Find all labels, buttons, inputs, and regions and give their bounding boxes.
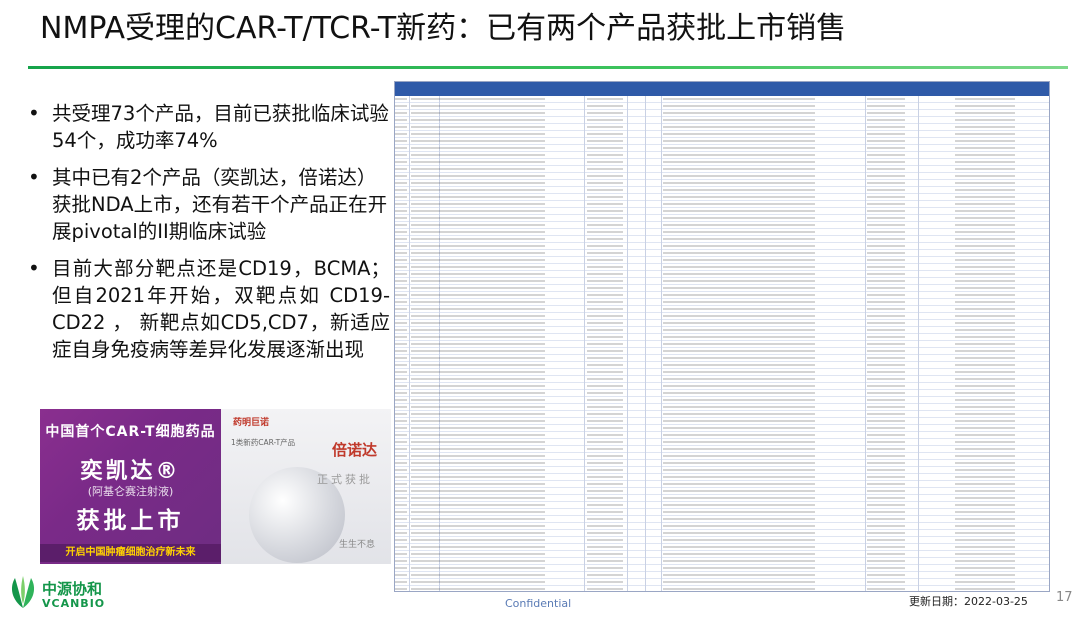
table-header-band <box>395 82 1049 96</box>
bullet-item: 共受理73个产品，目前已获批临床试验54个，成功率74% <box>18 100 390 154</box>
page-number: 17 <box>1056 590 1073 605</box>
nmpa-application-table-image <box>394 81 1050 592</box>
banner-tagline: 1类新药CAR-T产品 <box>231 438 296 447</box>
company-name-cn: 中源协和 <box>42 580 103 598</box>
title-divider <box>28 66 1068 69</box>
confidential-label: Confidential <box>505 597 572 610</box>
company-name-en: VCANBIO <box>42 597 106 610</box>
banner-brand: 倍诺达 <box>331 441 377 459</box>
table-rows-texture <box>395 96 1049 591</box>
banner-generic-name: (阿基仑赛注射液) <box>87 485 174 498</box>
beinuoda-approval-banner: 药明巨诺 1类新药CAR-T产品 倍诺达 正式获批 生生不息 <box>221 409 391 564</box>
bullet-item: 其中已有2个产品（奕凯达，倍诺达）获批NDA上市，还有若干个产品正在开展pivo… <box>18 164 390 245</box>
banner-brand: 奕凯达® <box>80 459 181 484</box>
bullet-item: 目前大部分靶点还是CD19，BCMA；但自2021年开始，双靶点如 CD19-C… <box>18 255 390 363</box>
banner-approved-text: 获批上市 <box>76 508 185 534</box>
jw-logo-text: 药明巨诺 <box>233 418 270 428</box>
banner-slogan: 生生不息 <box>338 540 375 550</box>
slide-title: NMPA受理的CAR-T/TCR-T新药：已有两个产品获批上市销售 <box>40 11 847 46</box>
vcanbio-logo-icon <box>11 576 35 608</box>
yikaida-approval-banner: 中国首个CAR-T细胞药品 奕凯达® (阿基仑赛注射液) 获批上市 开启中国肿瘤… <box>40 409 221 564</box>
banner-approved-text: 正式获批 <box>317 473 373 486</box>
banner-footer: 开启中国肿瘤细胞治疗新未来 <box>40 544 221 562</box>
banner-headline: 中国首个CAR-T细胞药品 <box>45 424 216 440</box>
bullet-list: 共受理73个产品，目前已获批临床试验54个，成功率74% 其中已有2个产品（奕凯… <box>18 100 390 373</box>
update-date: 更新日期：2022-03-25 <box>909 595 1028 608</box>
